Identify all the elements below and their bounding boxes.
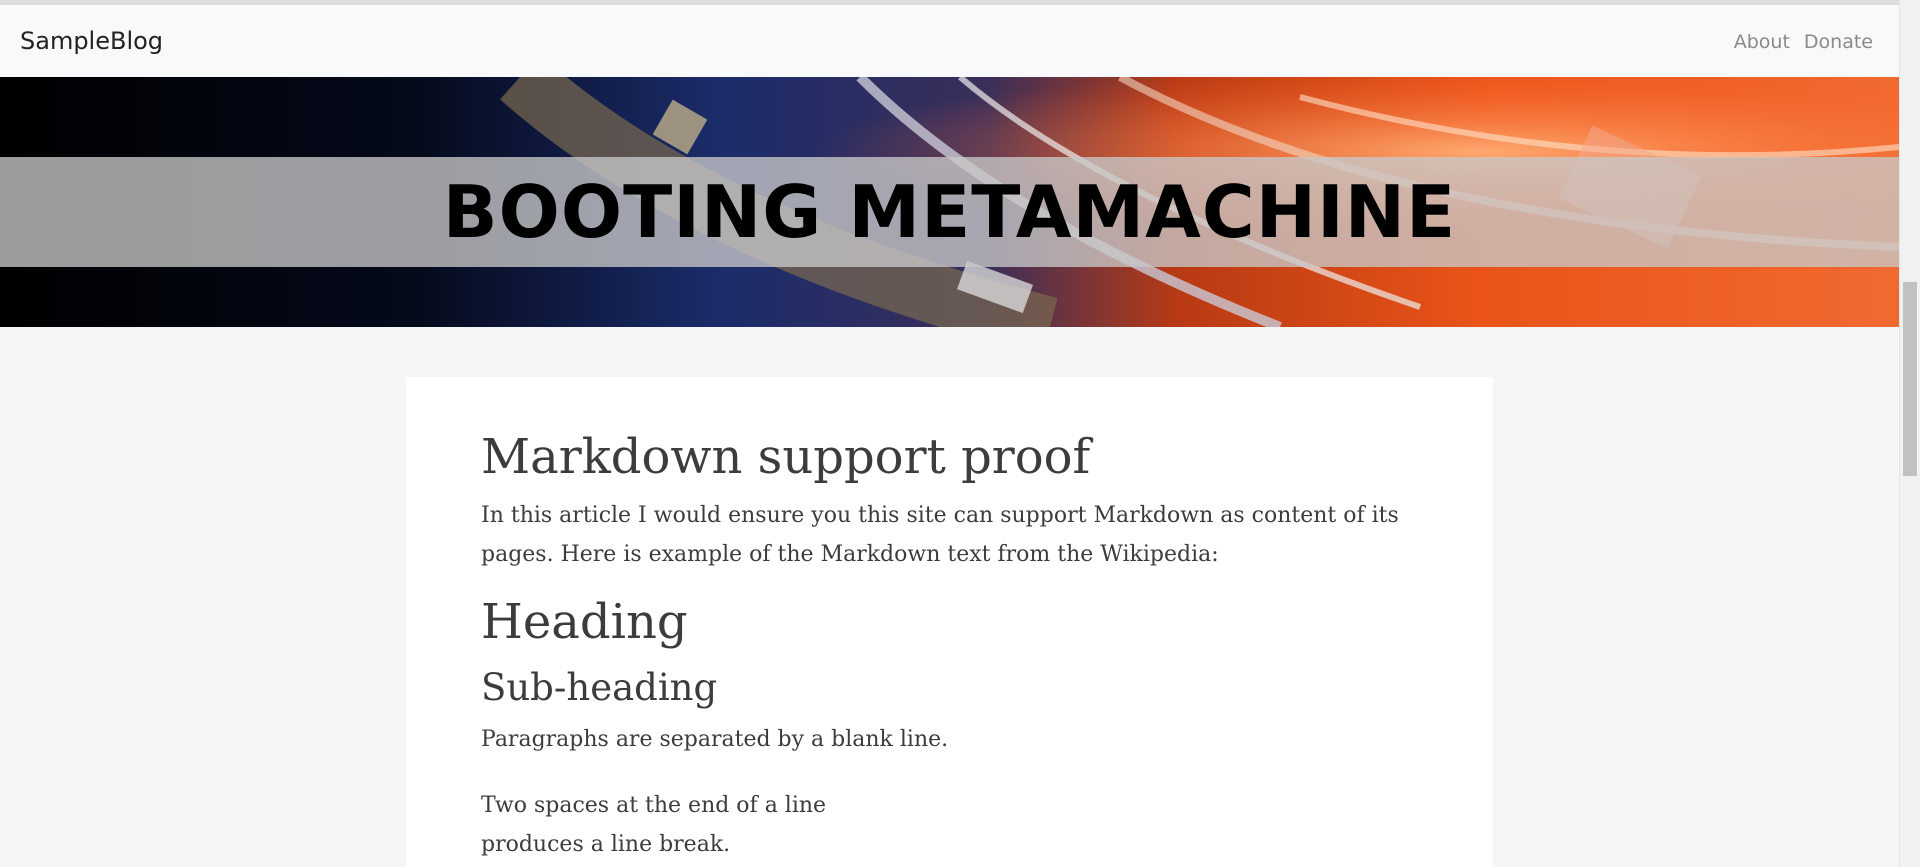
nav-link-about[interactable]: About [1734,31,1790,53]
scrollbar-thumb[interactable] [1903,282,1917,476]
markdown-subheading: Sub-heading [481,666,718,709]
brand-link[interactable]: SampleBlog [20,27,163,55]
paragraph-blank-line: Paragraphs are separated by a blank line… [481,727,949,752]
article-card: Markdown support proof In this article I… [406,377,1493,867]
article-title: Markdown support proof [481,429,1091,485]
article-intro: In this article I would ensure you this … [481,503,1399,567]
paragraph-line-2: produces a line break. [481,832,731,857]
paragraph-line-break: Two spaces at the end of a line produces… [481,786,826,864]
markdown-heading: Heading [481,594,688,650]
navbar: SampleBlog About Donate [0,5,1899,77]
paragraph-line-1: Two spaces at the end of a line [481,793,827,818]
hero-title: BOOTING METAMACHINE [442,170,1457,254]
nav-link-donate[interactable]: Donate [1804,31,1873,53]
hero-banner: BOOTING METAMACHINE [0,77,1899,327]
scrollbar-track[interactable] [1899,0,1920,867]
nav-links: About Donate [1734,31,1873,53]
